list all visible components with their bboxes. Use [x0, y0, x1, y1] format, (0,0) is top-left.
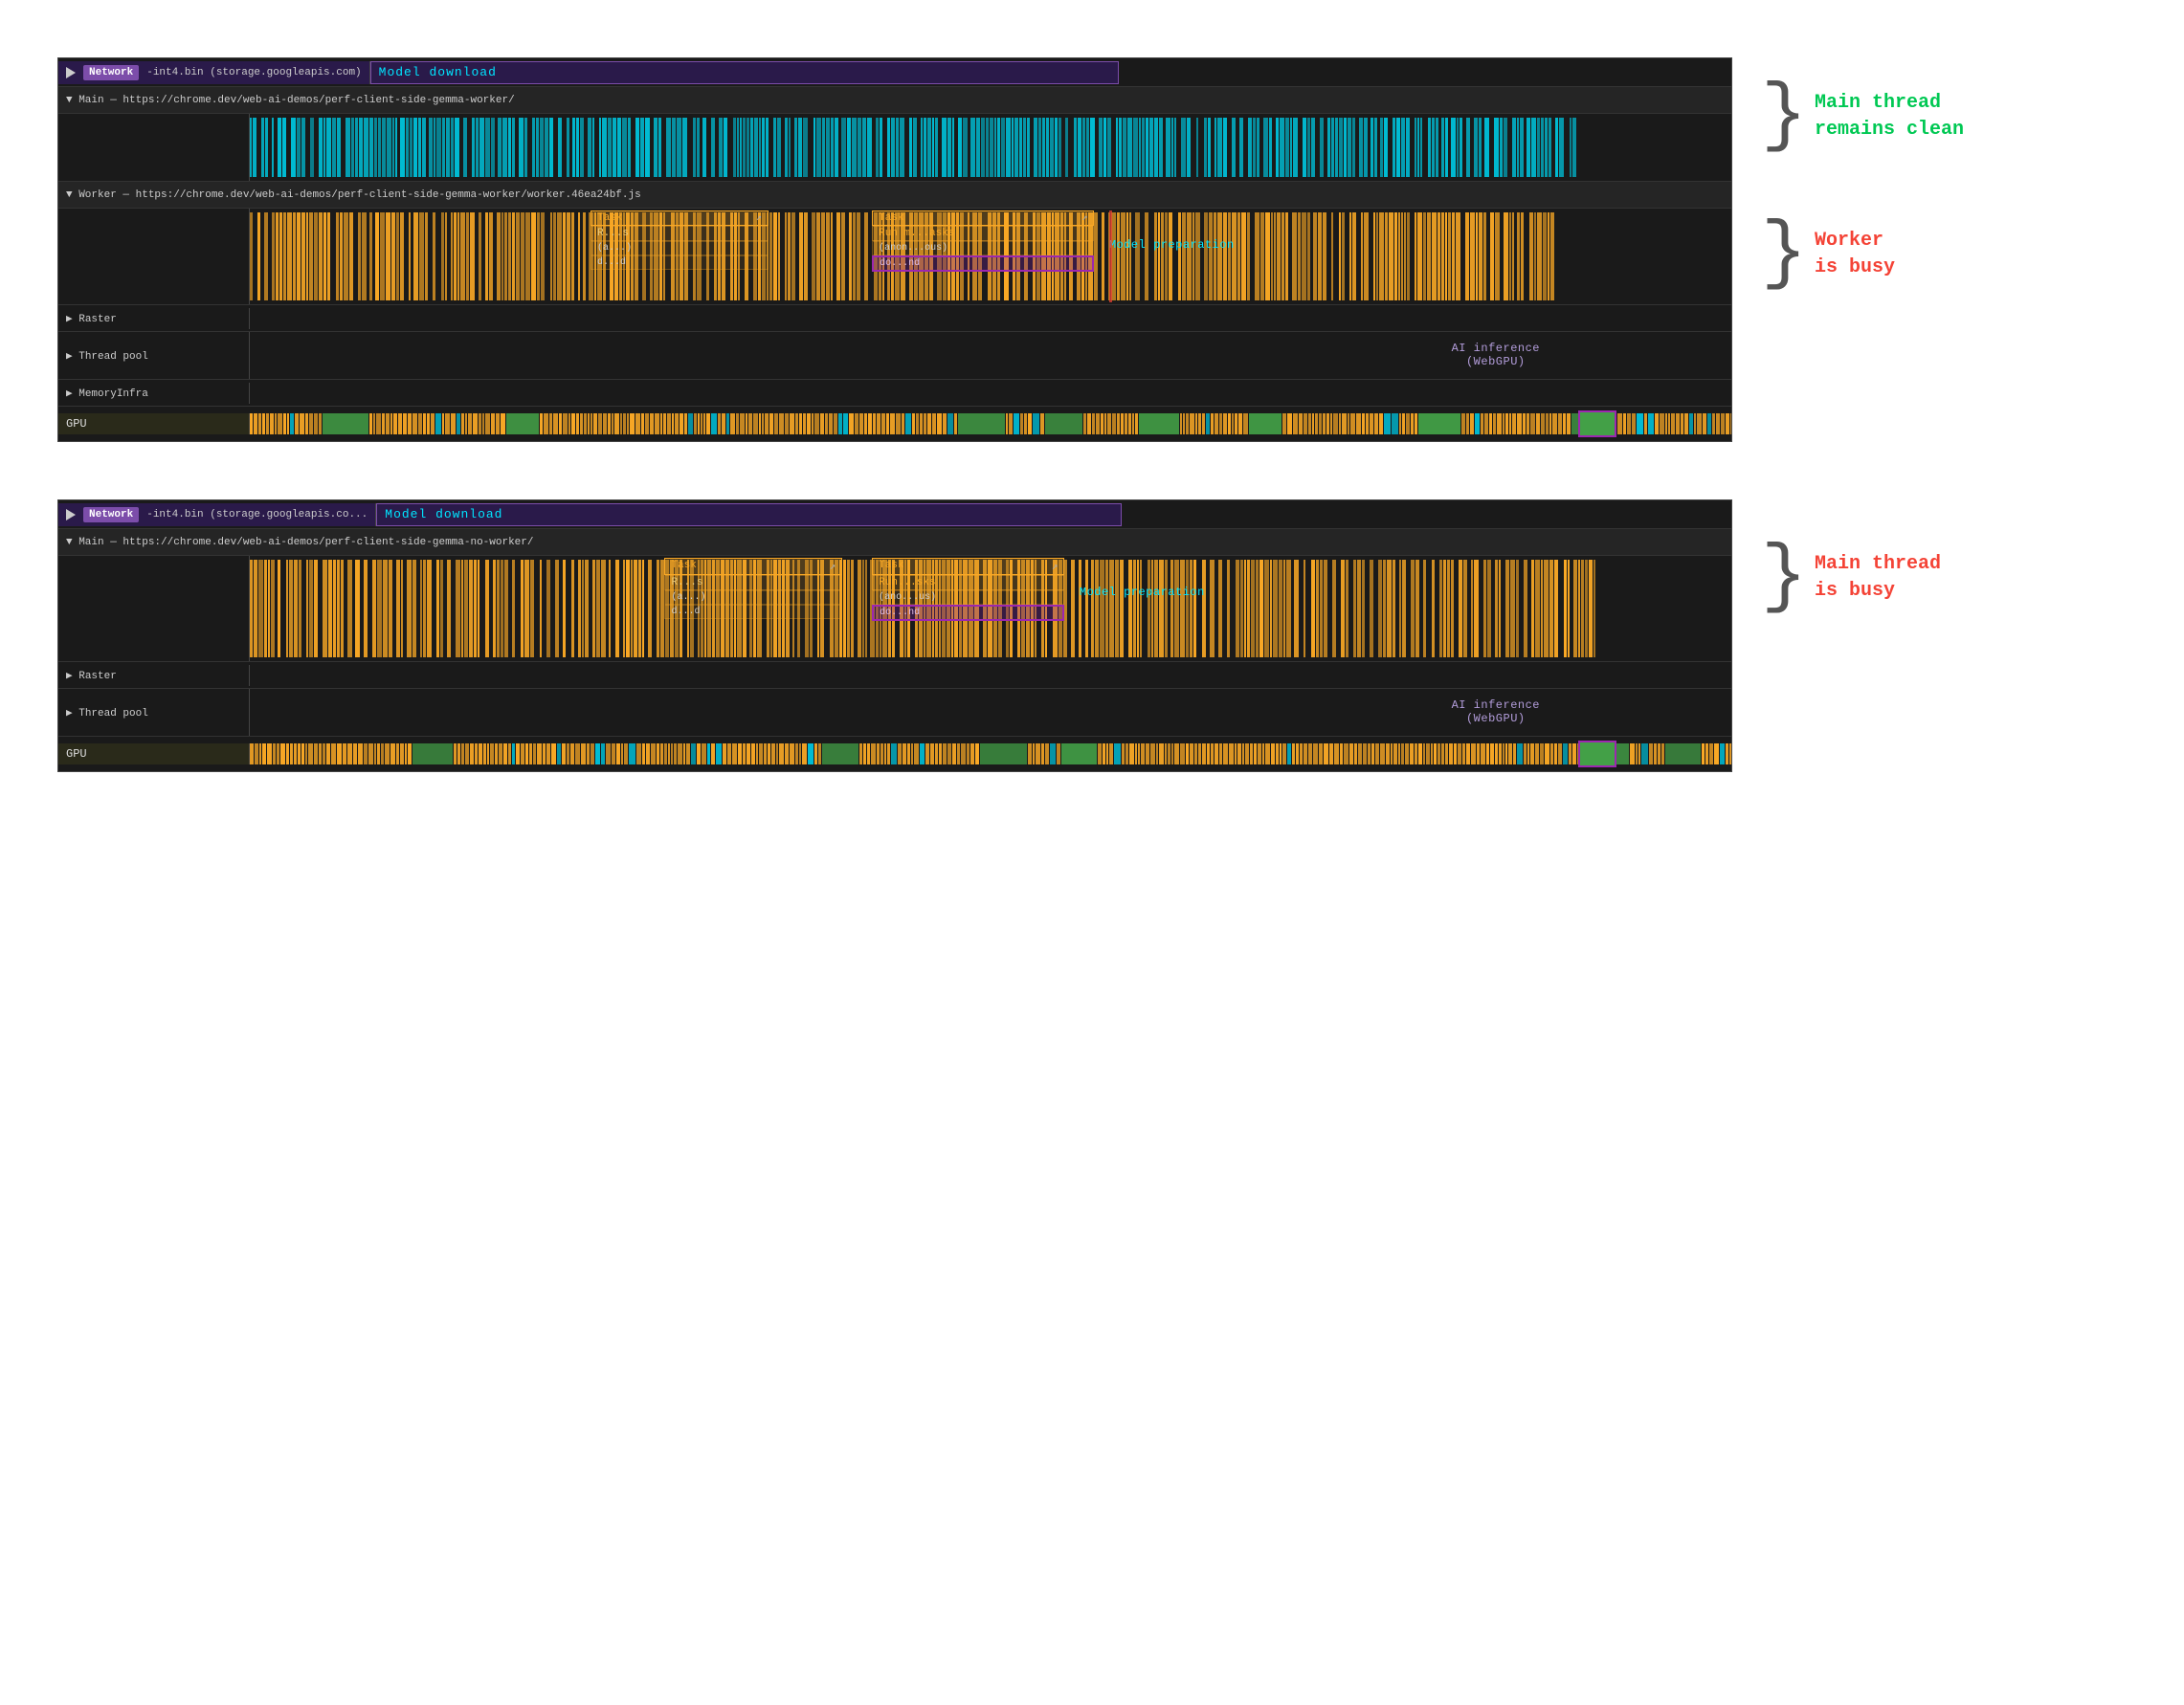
task-label-nw-1: Task ↗ [664, 558, 842, 575]
anon-ous-1: (anon...ous) [872, 241, 1094, 255]
main-thread-label-spacer [58, 114, 250, 181]
thread-pool-content-2: AI inference (WebGPU) [250, 689, 1731, 736]
raster-content-2 [250, 662, 1731, 688]
brace-busy: } [1761, 224, 1807, 285]
main-thread-bars-1: // Will be rendered via CSS pattern [250, 114, 1731, 181]
raster-content-1 [250, 305, 1731, 331]
dond-2: do...nd [872, 605, 1064, 621]
task-label-nw-2: Task ↗ [872, 558, 1064, 575]
model-prep-1: Model preparation [1109, 237, 1235, 254]
main-thread-area-2: Task ↗ R...s (a...) d...d Task ↗ Run. [58, 556, 1731, 662]
annotations-2: } Main thread is busy [1761, 499, 1941, 609]
run-sks-label: Run...sks [872, 575, 1064, 590]
network-content-2: Model download [376, 501, 1731, 528]
teal-bars-1 [250, 118, 1731, 177]
thread-pool-label-2: ▶ Thread pool [58, 689, 250, 736]
model-download-text-2: Model download [385, 507, 502, 521]
gpu-row-1: GPU [58, 407, 1731, 441]
rs-label-1: R...s [591, 226, 769, 241]
gpu-row-2: GPU [58, 737, 1731, 771]
network-arrow-icon [66, 67, 76, 78]
gpu-content-1 [250, 407, 1731, 441]
gpu-label-1: GPU [58, 413, 250, 434]
main-thread-bars-2: Task ↗ R...s (a...) d...d Task ↗ Run. [250, 556, 1731, 661]
raster-row-2: ▶ Raster [58, 662, 1731, 689]
thread-pool-row-1: ▶ Thread pool AI inference (WebGPU) [58, 332, 1731, 380]
memory-infra-row: ▶ MemoryInfra [58, 380, 1731, 407]
anon-a-1: (a...) [591, 241, 769, 255]
network-label-1: Network -int4.bin (storage.googleapis.co… [58, 61, 370, 84]
annotations-1: } Main thread remains clean } Worker is … [1761, 57, 1964, 285]
task-box-nw-1: Task ↗ R...s (a...) d...d [664, 558, 842, 619]
annotation-main-busy: } Main thread is busy [1761, 547, 1941, 609]
worker-task-content: Task ↗ R...s (a...) d...d Task ↗ Run [250, 209, 1731, 304]
brace-main-busy: } [1761, 547, 1807, 609]
task-box-2: Task ↗ Run m...asks (anon...ous) do...nd [872, 210, 1094, 272]
main-url-row-1: ▼ Main — https://chrome.dev/web-ai-demos… [58, 87, 1731, 114]
thread-pool-label-1: ▶ Thread pool [58, 332, 250, 379]
raster-label-1: ▶ Raster [58, 308, 250, 329]
main-url-label-2: ▼ Main — https://chrome.dev/web-ai-demos… [58, 533, 541, 552]
task-label-1: Task ↗ [591, 210, 769, 226]
main-thread-area-1: // Will be rendered via CSS pattern [58, 114, 1731, 182]
ai-inference-2: AI inference (WebGPU) [1452, 698, 1540, 725]
network-file-2: -int4.bin (storage.googleapis.co... [146, 509, 368, 520]
trace-panel-no-worker: Network -int4.bin (storage.googleapis.co… [57, 499, 1732, 772]
ai-inference-1: AI inference (WebGPU) [1452, 342, 1540, 368]
annotation-text-main-busy: Main thread is busy [1815, 551, 1941, 605]
network-arrow-icon-2 [66, 509, 76, 520]
gpu-label-2: GPU [58, 743, 250, 764]
anon-us-label: (ano...us) [872, 590, 1064, 605]
network-row-1: Network -int4.bin (storage.googleapis.co… [58, 58, 1731, 87]
network-label-2: Network -int4.bin (storage.googleapis.co… [58, 503, 376, 526]
dd-1: d...d [591, 255, 769, 270]
network-file-1: -int4.bin (storage.googleapis.com) [146, 67, 361, 78]
worker-task-area: Task ↗ R...s (a...) d...d Task ↗ Run [58, 209, 1731, 305]
model-download-bar-2: Model download [376, 503, 1122, 526]
network-content-1: Model download [370, 59, 1731, 86]
model-download-text-1: Model download [379, 65, 497, 79]
annotation-busy-worker: } Worker is busy [1761, 224, 1964, 285]
network-row-2: Network -int4.bin (storage.googleapis.co… [58, 500, 1731, 529]
red-bar-1 [1109, 210, 1112, 302]
rs-label-2: R...s [664, 575, 842, 590]
main-url-row-2: ▼ Main — https://chrome.dev/web-ai-demos… [58, 529, 1731, 556]
model-download-bar-1: Model download [370, 61, 1119, 84]
gpu-content-2 [250, 737, 1731, 771]
run-masks-label: Run m...asks [872, 226, 1094, 241]
main-thread-label-spacer-2 [58, 556, 250, 661]
main-url-label-1: ▼ Main — https://chrome.dev/web-ai-demos… [58, 91, 523, 110]
memory-infra-label: ▶ MemoryInfra [58, 383, 250, 404]
annotation-text-busy: Worker is busy [1815, 228, 1895, 281]
task-box-1: Task ↗ R...s (a...) d...d [591, 210, 769, 270]
brace-clean: } [1761, 86, 1807, 147]
raster-row-1: ▶ Raster [58, 305, 1731, 332]
thread-pool-content-1: AI inference (WebGPU) [250, 332, 1731, 379]
network-badge-2: Network [83, 507, 139, 522]
network-badge-1: Network [83, 65, 139, 80]
dond-1: do...nd [872, 255, 1094, 272]
diagram-no-worker: Network -int4.bin (storage.googleapis.co… [57, 499, 2127, 772]
task-box-nw-2: Task ↗ Run...sks (ano...us) do...nd [872, 558, 1064, 621]
memory-infra-content [250, 380, 1731, 406]
dd-2: d...d [664, 605, 842, 619]
gpu-bars-container-2 [250, 737, 1731, 771]
gpu-bars-container-1 [250, 407, 1731, 441]
annotation-clean: } Main thread remains clean [1761, 86, 1964, 147]
worker-url-row: ▼ Worker — https://chrome.dev/web-ai-dem… [58, 182, 1731, 209]
model-prep-2: Model preparation [1080, 585, 1205, 601]
raster-label-2: ▶ Raster [58, 665, 250, 686]
trace-panel-worker: Network -int4.bin (storage.googleapis.co… [57, 57, 1732, 442]
annotation-text-clean: Main thread remains clean [1815, 90, 1964, 144]
anon-a-2: (a...) [664, 590, 842, 605]
thread-pool-row-2: ▶ Thread pool AI inference (WebGPU) [58, 689, 1731, 737]
diagram-worker: Network -int4.bin (storage.googleapis.co… [57, 57, 2127, 442]
task-label-2: Task ↗ [872, 210, 1094, 226]
worker-url-label: ▼ Worker — https://chrome.dev/web-ai-dem… [58, 186, 649, 205]
worker-task-spacer [58, 209, 250, 304]
